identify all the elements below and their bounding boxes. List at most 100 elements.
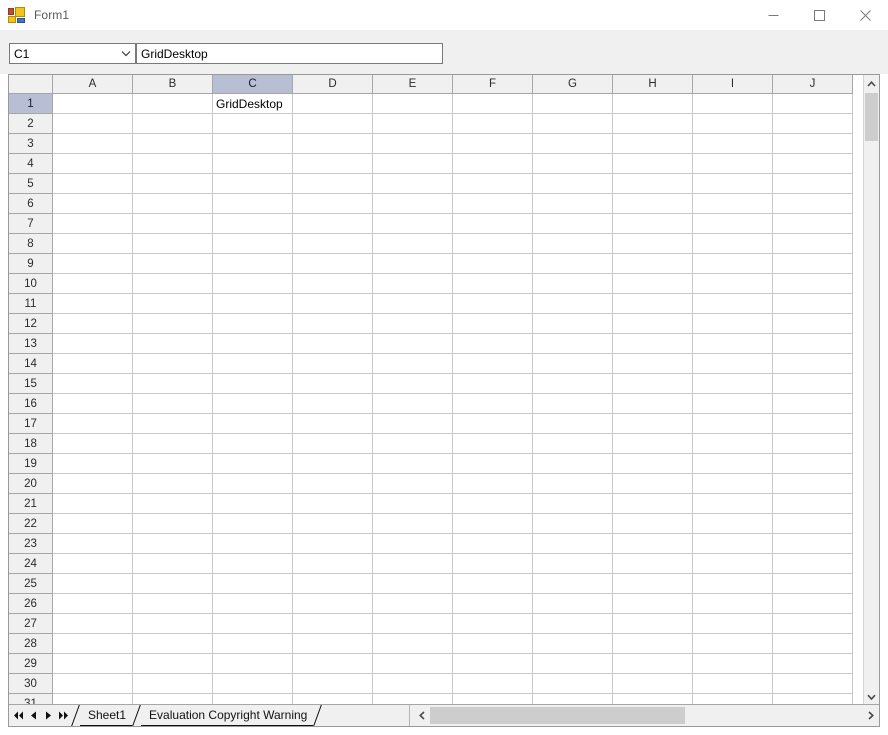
cell-f27[interactable] xyxy=(453,614,533,634)
cell-e12[interactable] xyxy=(373,314,453,334)
scroll-down-button[interactable] xyxy=(864,688,879,705)
row-header-2[interactable]: 2 xyxy=(9,114,53,134)
cell-i22[interactable] xyxy=(693,514,773,534)
cell-c10[interactable] xyxy=(213,274,293,294)
cell-d1[interactable] xyxy=(293,94,373,114)
cell-f15[interactable] xyxy=(453,374,533,394)
cell-e20[interactable] xyxy=(373,474,453,494)
cell-a3[interactable] xyxy=(53,134,133,154)
cell-g21[interactable] xyxy=(533,494,613,514)
cell-d22[interactable] xyxy=(293,514,373,534)
cell-i29[interactable] xyxy=(693,654,773,674)
cell-e8[interactable] xyxy=(373,234,453,254)
cell-e18[interactable] xyxy=(373,434,453,454)
sheet-tab-sheet1[interactable]: Sheet1 xyxy=(80,705,133,726)
cell-b29[interactable] xyxy=(133,654,213,674)
cell-g24[interactable] xyxy=(533,554,613,574)
cell-j29[interactable] xyxy=(773,654,853,674)
cell-c11[interactable] xyxy=(213,294,293,314)
cell-g10[interactable] xyxy=(533,274,613,294)
cell-g26[interactable] xyxy=(533,594,613,614)
cell-g8[interactable] xyxy=(533,234,613,254)
cell-f29[interactable] xyxy=(453,654,533,674)
cell-f16[interactable] xyxy=(453,394,533,414)
cell-b27[interactable] xyxy=(133,614,213,634)
cell-d29[interactable] xyxy=(293,654,373,674)
row-header-1[interactable]: 1 xyxy=(9,94,53,114)
cell-j24[interactable] xyxy=(773,554,853,574)
cell-e3[interactable] xyxy=(373,134,453,154)
cell-i28[interactable] xyxy=(693,634,773,654)
cell-g7[interactable] xyxy=(533,214,613,234)
cell-h24[interactable] xyxy=(613,554,693,574)
cell-g25[interactable] xyxy=(533,574,613,594)
cell-c8[interactable] xyxy=(213,234,293,254)
cell-a1[interactable] xyxy=(53,94,133,114)
cell-i13[interactable] xyxy=(693,334,773,354)
cell-c12[interactable] xyxy=(213,314,293,334)
row-header-11[interactable]: 11 xyxy=(9,294,53,314)
cell-c16[interactable] xyxy=(213,394,293,414)
cell-j6[interactable] xyxy=(773,194,853,214)
cell-j12[interactable] xyxy=(773,314,853,334)
cell-g2[interactable] xyxy=(533,114,613,134)
cell-j13[interactable] xyxy=(773,334,853,354)
last-sheet-button[interactable] xyxy=(56,706,71,726)
select-all-corner[interactable] xyxy=(9,75,53,94)
cell-a12[interactable] xyxy=(53,314,133,334)
cell-j19[interactable] xyxy=(773,454,853,474)
cell-i20[interactable] xyxy=(693,474,773,494)
cell-a16[interactable] xyxy=(53,394,133,414)
cell-f26[interactable] xyxy=(453,594,533,614)
cell-d21[interactable] xyxy=(293,494,373,514)
cell-j16[interactable] xyxy=(773,394,853,414)
cell-b17[interactable] xyxy=(133,414,213,434)
cell-a30[interactable] xyxy=(53,674,133,694)
cell-b3[interactable] xyxy=(133,134,213,154)
cell-i14[interactable] xyxy=(693,354,773,374)
cell-i30[interactable] xyxy=(693,674,773,694)
row-header-24[interactable]: 24 xyxy=(9,554,53,574)
cell-c13[interactable] xyxy=(213,334,293,354)
cell-d4[interactable] xyxy=(293,154,373,174)
cell-h11[interactable] xyxy=(613,294,693,314)
cell-b7[interactable] xyxy=(133,214,213,234)
cell-c25[interactable] xyxy=(213,574,293,594)
row-header-23[interactable]: 23 xyxy=(9,534,53,554)
column-header-d[interactable]: D xyxy=(293,75,373,94)
cell-h26[interactable] xyxy=(613,594,693,614)
cell-b1[interactable] xyxy=(133,94,213,114)
cell-b10[interactable] xyxy=(133,274,213,294)
cell-g6[interactable] xyxy=(533,194,613,214)
cell-d30[interactable] xyxy=(293,674,373,694)
cell-e25[interactable] xyxy=(373,574,453,594)
cell-c14[interactable] xyxy=(213,354,293,374)
column-header-a[interactable]: A xyxy=(53,75,133,94)
cell-c7[interactable] xyxy=(213,214,293,234)
cell-g17[interactable] xyxy=(533,414,613,434)
formula-input[interactable]: GridDesktop xyxy=(136,43,443,64)
cell-g12[interactable] xyxy=(533,314,613,334)
cell-e13[interactable] xyxy=(373,334,453,354)
cell-b11[interactable] xyxy=(133,294,213,314)
cell-e15[interactable] xyxy=(373,374,453,394)
cell-d17[interactable] xyxy=(293,414,373,434)
cell-f17[interactable] xyxy=(453,414,533,434)
cell-a14[interactable] xyxy=(53,354,133,374)
cell-f13[interactable] xyxy=(453,334,533,354)
cell-b14[interactable] xyxy=(133,354,213,374)
cell-g11[interactable] xyxy=(533,294,613,314)
cell-j21[interactable] xyxy=(773,494,853,514)
cell-e27[interactable] xyxy=(373,614,453,634)
row-header-3[interactable]: 3 xyxy=(9,134,53,154)
cell-d9[interactable] xyxy=(293,254,373,274)
cell-g30[interactable] xyxy=(533,674,613,694)
row-header-8[interactable]: 8 xyxy=(9,234,53,254)
cell-c9[interactable] xyxy=(213,254,293,274)
row-header-27[interactable]: 27 xyxy=(9,614,53,634)
cell-h29[interactable] xyxy=(613,654,693,674)
cell-b5[interactable] xyxy=(133,174,213,194)
cell-d15[interactable] xyxy=(293,374,373,394)
cell-h9[interactable] xyxy=(613,254,693,274)
cell-i16[interactable] xyxy=(693,394,773,414)
